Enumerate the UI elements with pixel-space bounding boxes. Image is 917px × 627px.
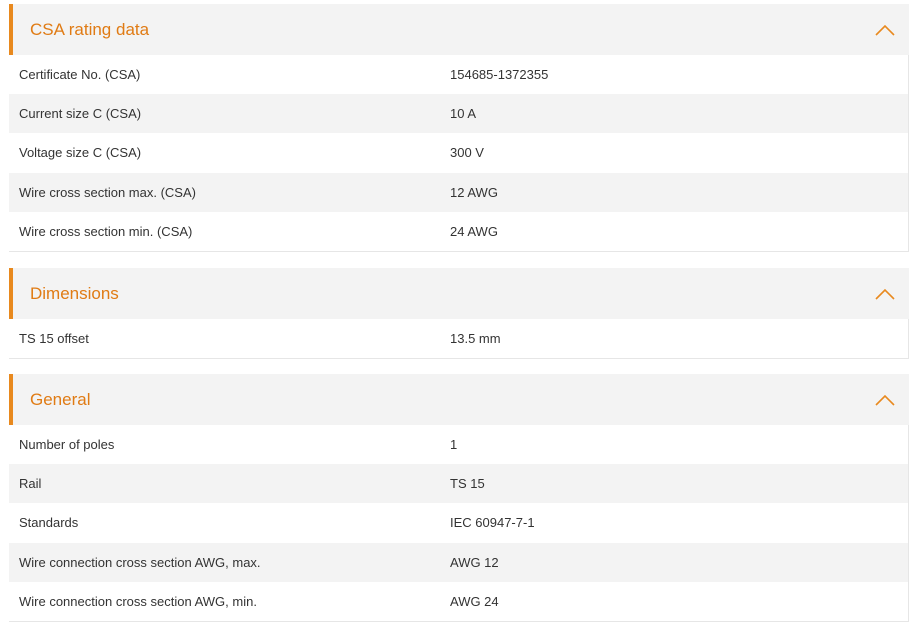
spec-row: Wire connection cross section AWG, min. …	[9, 582, 908, 621]
section-rows: Certificate No. (CSA) 154685-1372355 Cur…	[9, 55, 909, 252]
spec-value: IEC 60947-7-1	[450, 515, 535, 531]
spec-row: Rail TS 15	[9, 464, 908, 504]
section-title: CSA rating data	[30, 20, 150, 39]
spec-sections: CSA rating data Certificate No. (CSA) 15…	[0, 0, 917, 627]
spec-row: Voltage size C (CSA) 300 V	[9, 133, 908, 172]
section-dimensions: Dimensions TS 15 offset 13.5 mm	[9, 268, 909, 360]
spec-label: TS 15 offset	[19, 331, 89, 346]
spec-value: 13.5 mm	[450, 331, 501, 346]
spec-row: Standards IEC 60947-7-1	[9, 503, 908, 542]
spec-row: Wire connection cross section AWG, max. …	[9, 542, 908, 582]
spec-row: Wire cross section max. (CSA) 12 AWG	[9, 172, 908, 212]
spec-label: Wire cross section max. (CSA)	[19, 184, 196, 200]
spec-value: 1	[450, 437, 458, 452]
spec-label: Current size C (CSA)	[19, 106, 142, 122]
spec-row: Current size C (CSA) 10 A	[9, 94, 908, 134]
spec-label: Certificate No. (CSA)	[19, 67, 141, 82]
section-rows: TS 15 offset 13.5 mm	[9, 319, 909, 360]
spec-label: Wire connection cross section AWG, min.	[19, 593, 257, 609]
section-general: General Number of poles 1 Rail TS 15 Sta…	[9, 374, 909, 622]
section-header-general[interactable]: General	[9, 374, 909, 425]
section-rows: Number of poles 1 Rail TS 15 Standards I…	[9, 425, 909, 622]
spec-value: TS 15	[450, 476, 485, 492]
section-title: General	[30, 390, 91, 409]
spec-value: 10 A	[450, 106, 477, 122]
spec-value: AWG 12	[450, 554, 499, 570]
spec-label: Wire cross section min. (CSA)	[19, 223, 193, 239]
spec-value: 300 V	[450, 145, 484, 161]
spec-row: Certificate No. (CSA) 154685-1372355	[9, 55, 908, 94]
spec-value: 12 AWG	[450, 184, 498, 200]
spec-value: AWG 24	[450, 593, 499, 609]
chevron-up-icon[interactable]	[874, 19, 896, 41]
spec-row: Wire cross section min. (CSA) 24 AWG	[9, 212, 908, 251]
spec-value: 24 AWG	[450, 223, 498, 239]
spec-row: TS 15 offset 13.5 mm	[9, 319, 908, 358]
section-title: Dimensions	[30, 284, 119, 303]
section-csa-rating-data: CSA rating data Certificate No. (CSA) 15…	[9, 4, 909, 252]
spec-label: Voltage size C (CSA)	[19, 145, 142, 161]
spec-row: Number of poles 1	[9, 425, 908, 464]
chevron-up-icon[interactable]	[874, 283, 896, 305]
chevron-up-icon[interactable]	[874, 389, 896, 411]
section-header-dimensions[interactable]: Dimensions	[9, 268, 909, 319]
spec-label: Wire connection cross section AWG, max.	[19, 554, 261, 570]
spec-label: Number of poles	[19, 437, 115, 452]
spec-label: Rail	[19, 476, 42, 492]
section-header-csa-rating-data[interactable]: CSA rating data	[9, 4, 909, 55]
spec-value: 154685-1372355	[450, 67, 549, 82]
spec-label: Standards	[19, 515, 79, 531]
